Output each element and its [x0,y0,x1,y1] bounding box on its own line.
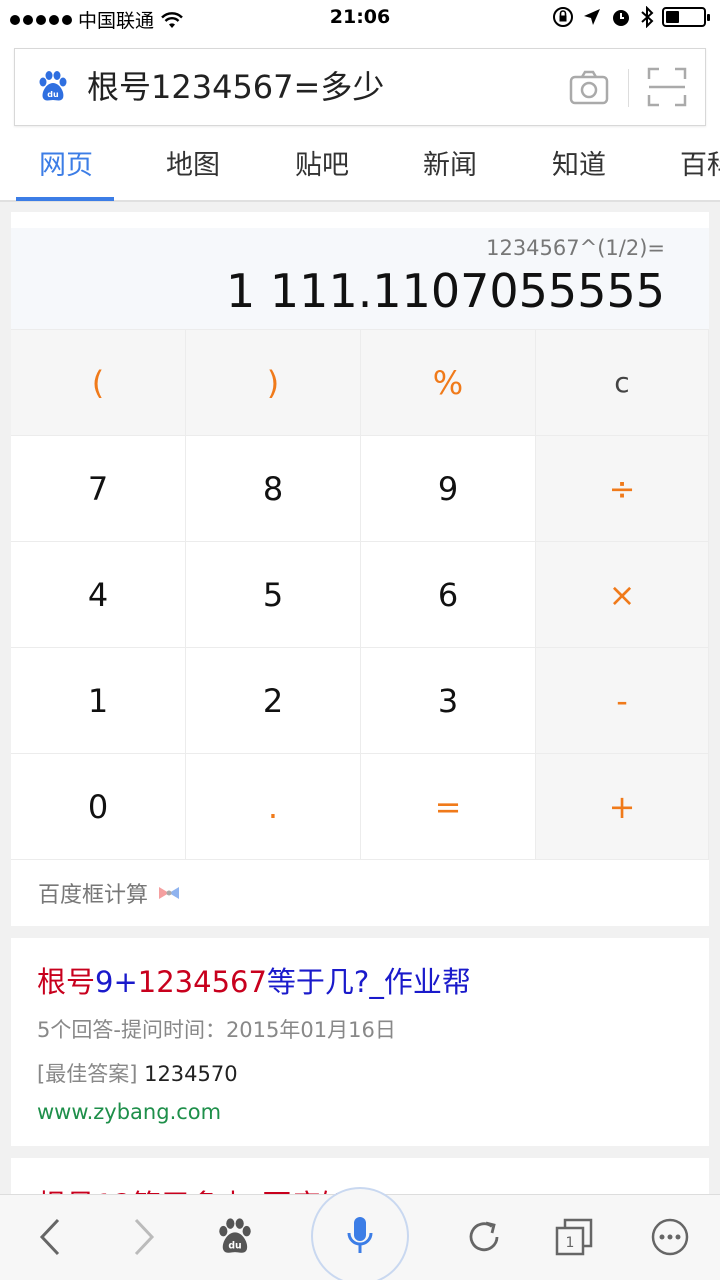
result-meta: 5个回答-提问时间：2015年01月16日 [37,1018,396,1042]
search-tabs: 网页 地图 贴吧 新闻 知道 百科 [0,134,720,202]
key-2[interactable]: 2 [186,648,361,754]
search-query[interactable]: 根号1234567=多少 [87,67,384,107]
bluetooth-icon [641,6,654,28]
back-button[interactable] [26,1213,74,1261]
tab-web[interactable]: 网页 [16,146,114,201]
svg-text:du: du [47,90,59,99]
result-title[interactable]: 根号9+1234567等于几?_作业帮 [37,962,709,1002]
baidu-paw-icon: du [219,1218,251,1253]
key-4[interactable]: 4 [11,542,186,648]
microphone-icon [347,1217,373,1253]
key-9[interactable]: 9 [361,436,536,542]
answer-label: [最佳答案] [37,1062,138,1086]
tab-label: 知道 [552,150,606,181]
key-7[interactable]: 7 [11,436,186,542]
key-5[interactable]: 5 [186,542,361,648]
forward-button[interactable] [120,1213,168,1261]
tab-map[interactable]: 地图 [165,146,221,198]
calculator-footer: 百度框计算 [11,860,709,926]
key-6[interactable]: 6 [361,542,536,648]
result-answer: [最佳答案] 1234570 [37,1058,709,1088]
key-percent[interactable]: % [361,330,536,436]
calculator-expression: 1234567^(1/2)= [486,236,665,260]
key-multiply[interactable]: × [536,542,709,648]
active-tab-indicator [16,197,114,201]
chevron-left-icon [39,1218,60,1256]
bow-icon [159,887,180,899]
more-options-icon [651,1218,689,1256]
tab-zhidao[interactable]: 知道 [551,146,607,198]
key-open-paren[interactable]: ( [11,330,186,436]
tab-label: 地图 [166,150,220,181]
calculator-result: 1 111.1107055555 [226,264,665,318]
battery-icon [662,7,710,27]
key-0[interactable]: 0 [11,754,186,860]
key-add[interactable]: + [536,754,709,860]
key-clear[interactable]: c [536,330,709,436]
tabs-count-icon: 1 [555,1218,593,1256]
key-decimal[interactable]: . [186,754,361,860]
result-title-part: 1234567 [137,965,267,999]
calculator-footer-label: 百度框计算 [38,883,149,908]
bottom-toolbar: du 1 [0,1187,720,1280]
calculator-keypad: ( ) % c 7 8 9 ÷ 4 5 6 × 1 2 3 - 0 . = + [11,330,709,860]
key-8[interactable]: 8 [186,436,361,542]
svg-text:du: du [228,1241,241,1252]
voice-search-button[interactable] [311,1187,409,1280]
key-1[interactable]: 1 [11,648,186,754]
baidu-paw-logo-icon: du [39,71,67,101]
tab-label: 新闻 [423,150,477,181]
answer-value: 1234570 [144,1062,238,1086]
tabs-button[interactable]: 1 [550,1213,598,1261]
orientation-lock-icon [553,7,573,27]
camera-icon[interactable] [569,69,609,105]
tab-news[interactable]: 新闻 [422,146,478,198]
refresh-icon [469,1221,499,1252]
key-close-paren[interactable]: ) [186,330,361,436]
key-3[interactable]: 3 [361,648,536,754]
key-subtract[interactable]: - [536,648,709,754]
result-url[interactable]: www.zybang.com [37,1100,709,1124]
status-bar: 中国联通 21:06 [0,0,720,38]
scan-icon[interactable] [647,67,687,107]
location-arrow-icon [584,9,600,25]
tab-baike[interactable]: 百科 [680,146,720,198]
tab-label: 网页 [39,150,93,181]
calculator-card: 1234567^(1/2)= 1 111.1107055555 ( ) % c … [11,212,709,926]
alarm-clock-icon [613,10,629,26]
baidu-home-button[interactable]: du [210,1213,260,1261]
tab-label: 百科 [680,150,720,181]
search-header: du 根号1234567=多少 网页 地图 贴吧 新闻 知道 百科 [0,38,720,202]
search-box-divider [628,69,629,107]
tab-label: 贴吧 [295,150,349,181]
key-divide[interactable]: ÷ [536,436,709,542]
refresh-button[interactable] [460,1213,508,1261]
more-menu-button[interactable] [646,1213,694,1261]
result-title-part: 根号 [37,965,96,999]
search-box[interactable]: du 根号1234567=多少 [14,48,706,126]
calculator-display: 1234567^(1/2)= 1 111.1107055555 [11,228,709,330]
result-title-part: 9+ [95,965,138,999]
chevron-right-icon [134,1218,155,1256]
search-result-card[interactable]: 根号9+1234567等于几?_作业帮 5个回答-提问时间：2015年01月16… [11,938,709,1146]
svg-text:1: 1 [566,1235,575,1251]
result-title-part: 等于几?_作业帮 [266,965,471,999]
key-equals[interactable]: = [361,754,536,860]
tab-tieba[interactable]: 贴吧 [294,146,350,198]
